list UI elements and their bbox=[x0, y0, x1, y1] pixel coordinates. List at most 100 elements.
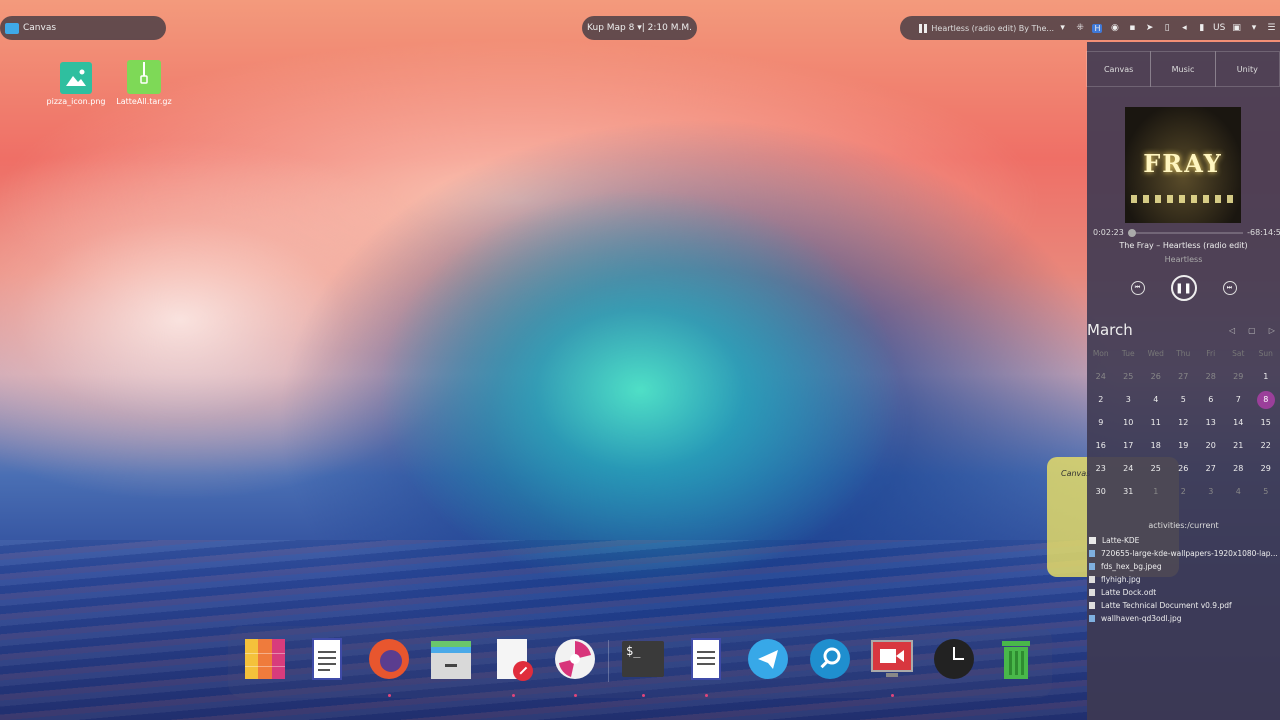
progress-handle[interactable] bbox=[1127, 228, 1136, 237]
dock-item-search[interactable] bbox=[808, 637, 852, 681]
video-icon[interactable]: ▪ bbox=[1124, 23, 1141, 33]
file-item[interactable]: flyhigh.jpg bbox=[1089, 573, 1277, 586]
dock-item-audio-player[interactable] bbox=[553, 637, 597, 681]
keyboard-layout[interactable]: US bbox=[1211, 23, 1228, 33]
calendar-day[interactable]: 30 bbox=[1087, 480, 1115, 503]
calendar-day[interactable]: 6 bbox=[1197, 388, 1225, 411]
calendar-day[interactable]: 2 bbox=[1087, 388, 1115, 411]
image-file-icon bbox=[60, 62, 92, 94]
skip-back-icon: ⏮ bbox=[1134, 284, 1141, 291]
calendar-weekday: Mon bbox=[1092, 349, 1109, 358]
app-icon[interactable]: H bbox=[1089, 23, 1106, 33]
calendar-day[interactable]: 28 bbox=[1225, 457, 1253, 480]
dock-item-text-document[interactable] bbox=[305, 637, 349, 681]
calendar-day[interactable]: 3 bbox=[1115, 388, 1143, 411]
calendar-day[interactable]: 25 bbox=[1142, 457, 1170, 480]
calendar-day[interactable]: 22 bbox=[1252, 434, 1280, 457]
calendar-day[interactable]: 20 bbox=[1197, 434, 1225, 457]
chevron-down-icon[interactable]: ▾ bbox=[1245, 23, 1262, 33]
tab-unity[interactable]: Unity bbox=[1214, 51, 1280, 87]
window-title-pill[interactable]: Canvas bbox=[0, 16, 166, 40]
calendar-day[interactable]: 26 bbox=[1170, 457, 1198, 480]
previous-month-icon[interactable]: ◁ bbox=[1229, 326, 1235, 335]
volume-icon[interactable]: ◂ bbox=[1176, 23, 1193, 33]
calendar-day[interactable]: 29 bbox=[1225, 365, 1253, 388]
album-art-lights bbox=[1131, 195, 1235, 203]
calendar-day[interactable]: 14 bbox=[1225, 411, 1253, 434]
calendar-day[interactable]: 2 bbox=[1170, 480, 1198, 503]
file-icon bbox=[1089, 563, 1095, 570]
calendar-day[interactable]: 5 bbox=[1170, 388, 1198, 411]
record-icon[interactable]: ◉ bbox=[1106, 23, 1123, 33]
pause-icon[interactable] bbox=[914, 23, 931, 33]
clipboard-icon[interactable]: ▯ bbox=[1158, 23, 1175, 33]
calendar-day[interactable]: 24 bbox=[1087, 365, 1115, 388]
file-item[interactable]: wallhaven-qd3odl.jpg bbox=[1089, 612, 1277, 625]
desktop-icon-archive[interactable]: LatteAll.tar.gz bbox=[114, 60, 174, 106]
calendar-day[interactable]: 7 bbox=[1225, 388, 1253, 411]
calendar-day[interactable]: 3 bbox=[1197, 480, 1225, 503]
calendar-day[interactable]: 11 bbox=[1142, 411, 1170, 434]
dock-item-firefox[interactable] bbox=[367, 637, 411, 681]
calendar-day[interactable]: 25 bbox=[1115, 365, 1143, 388]
calendar-day[interactable]: 9 bbox=[1087, 411, 1115, 434]
dock-item-writer-document[interactable] bbox=[684, 637, 728, 681]
screen-recorder-icon bbox=[870, 637, 914, 685]
calendar-day[interactable]: 17 bbox=[1115, 434, 1143, 457]
calendar-day[interactable]: 31 bbox=[1115, 480, 1143, 503]
calendar-day[interactable]: 4 bbox=[1225, 480, 1253, 503]
dock-item-document-editor[interactable] bbox=[491, 637, 535, 681]
dock-item-clock[interactable] bbox=[932, 637, 976, 681]
chevron-down-icon[interactable]: ▾ bbox=[1054, 23, 1071, 33]
calendar-day[interactable]: 1 bbox=[1252, 365, 1280, 388]
calendar-day[interactable]: 4 bbox=[1142, 388, 1170, 411]
calendar-day[interactable]: 27 bbox=[1197, 457, 1225, 480]
display-icon[interactable]: ▣ bbox=[1228, 23, 1245, 33]
calendar-day[interactable]: 28 bbox=[1197, 365, 1225, 388]
progress-slider[interactable] bbox=[1127, 228, 1244, 237]
tab-music[interactable]: Music bbox=[1150, 51, 1216, 87]
calendar-day[interactable]: 10 bbox=[1115, 411, 1143, 434]
media-title[interactable]: Heartless (radio edit) By The... bbox=[931, 24, 1054, 33]
calendar-day[interactable]: 15 bbox=[1252, 411, 1280, 434]
svg-text:$_: $_ bbox=[626, 644, 641, 658]
side-panel: Canvas Music Unity FRAY 0:02:23 -68:14:5… bbox=[1086, 42, 1280, 720]
dock-item-telegram[interactable] bbox=[746, 637, 790, 681]
calendar-day[interactable]: 12 bbox=[1170, 411, 1198, 434]
dock-item-trash[interactable] bbox=[994, 637, 1038, 681]
next-button[interactable]: ⏭ bbox=[1222, 281, 1237, 295]
calendar-day[interactable]: 29 bbox=[1252, 457, 1280, 480]
next-month-icon[interactable]: ▷ bbox=[1269, 326, 1275, 335]
calendar-day[interactable]: 16 bbox=[1087, 434, 1115, 457]
calendar-day[interactable]: 5 bbox=[1252, 480, 1280, 503]
battery-icon[interactable]: ▮ bbox=[1193, 23, 1210, 33]
file-item[interactable]: fds_hex_bg.jpeg bbox=[1089, 560, 1277, 573]
calendar-day[interactable]: 1 bbox=[1142, 480, 1170, 503]
calendar-day[interactable]: 24 bbox=[1115, 457, 1143, 480]
calendar-day[interactable]: 13 bbox=[1197, 411, 1225, 434]
previous-button[interactable]: ⏮ bbox=[1130, 281, 1145, 295]
desktop-icon-image[interactable]: pizza_icon.png bbox=[46, 62, 106, 106]
calendar-day[interactable]: 23 bbox=[1087, 457, 1115, 480]
file-item[interactable]: 720655-large-kde-wallpapers-1920x1080-la… bbox=[1089, 547, 1277, 560]
network-icon[interactable]: ⁜ bbox=[1071, 23, 1088, 33]
calendar-day[interactable]: 26 bbox=[1142, 365, 1170, 388]
clock-pill[interactable]: Kup Map 8 ▾| 2:10 M.M. bbox=[582, 16, 697, 40]
tab-canvas[interactable]: Canvas bbox=[1086, 51, 1152, 87]
file-item[interactable]: Latte Technical Document v0.9.pdf bbox=[1089, 599, 1277, 612]
calendar-day[interactable]: 27 bbox=[1170, 365, 1198, 388]
file-item[interactable]: Latte Dock.odt bbox=[1089, 586, 1277, 599]
dock-item-color-palette-app[interactable] bbox=[243, 637, 287, 681]
calendar-day[interactable]: 21 bbox=[1225, 434, 1253, 457]
dock-item-screen-recorder[interactable] bbox=[870, 637, 914, 681]
pause-button[interactable]: ❚❚ bbox=[1170, 275, 1197, 301]
dock-item-terminal[interactable]: $_ bbox=[621, 637, 665, 681]
menu-icon[interactable]: ☰ bbox=[1263, 23, 1280, 33]
calendar-day[interactable]: 19 bbox=[1170, 434, 1198, 457]
calendar-day[interactable]: 18 bbox=[1142, 434, 1170, 457]
file-item[interactable]: Latte-KDE bbox=[1089, 534, 1277, 547]
calendar-day[interactable]: 8 bbox=[1252, 388, 1280, 411]
send-icon[interactable]: ➤ bbox=[1141, 23, 1158, 33]
dock-item-file-manager[interactable] bbox=[429, 637, 473, 681]
today-icon[interactable]: ▢ bbox=[1248, 326, 1256, 335]
